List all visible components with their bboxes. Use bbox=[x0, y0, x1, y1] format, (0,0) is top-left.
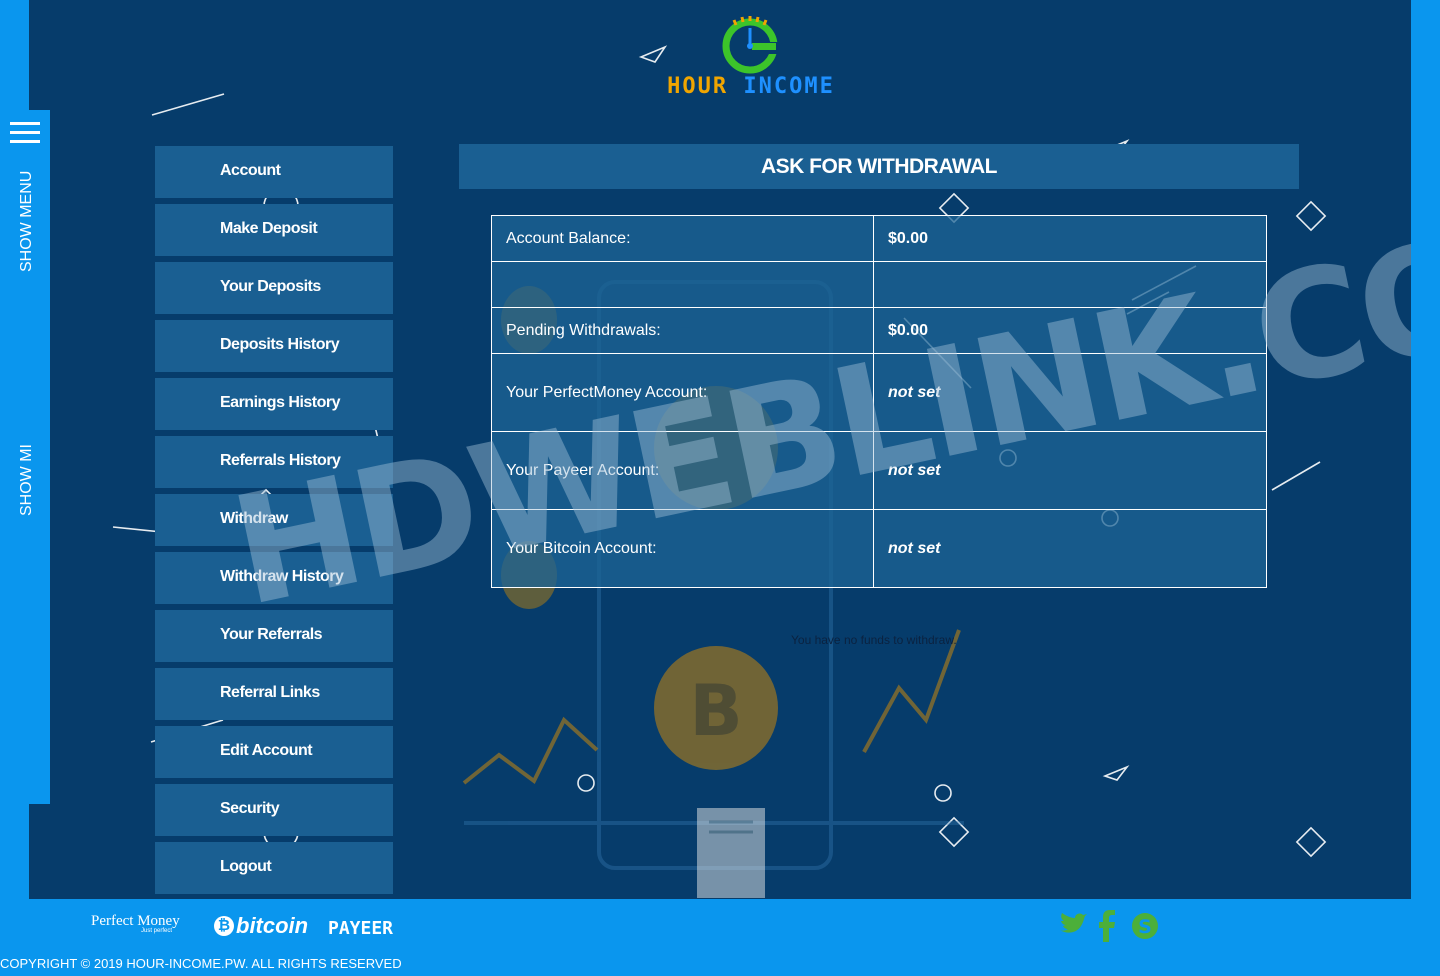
menu-item-edit-account[interactable]: Edit Account bbox=[155, 726, 393, 778]
twitter-icon[interactable] bbox=[1058, 912, 1088, 943]
table-row bbox=[491, 261, 1267, 308]
withdrawal-table: Account Balance: $0.00 Pending Withdrawa… bbox=[491, 215, 1267, 588]
payeer-label: Your Payeer Account: bbox=[491, 431, 874, 510]
perfect-money-text: Perfect Money bbox=[91, 913, 180, 929]
menu-item-your-deposits[interactable]: Your Deposits bbox=[155, 262, 393, 314]
bitcoin-value: not set bbox=[873, 509, 1267, 588]
hamburger-icon[interactable] bbox=[10, 122, 40, 149]
facebook-icon[interactable] bbox=[1098, 910, 1116, 947]
page-title: ASK FOR WITHDRAWAL bbox=[459, 144, 1299, 189]
menu-item-account[interactable]: Account bbox=[155, 146, 393, 198]
clock-g-icon bbox=[722, 16, 780, 74]
show-menu-tab[interactable]: SHOW MENU SHOW MI bbox=[0, 110, 50, 804]
menu-item-your-referrals[interactable]: Your Referrals bbox=[155, 610, 393, 662]
perfect-money-logo: Perfect Money Just perfect bbox=[91, 913, 180, 935]
table-row: Pending Withdrawals: $0.00 bbox=[491, 307, 1267, 354]
table-row: Your PerfectMoney Account: not set bbox=[491, 353, 1267, 432]
pending-value: $0.00 bbox=[873, 307, 1267, 354]
bitcoin-label: Your Bitcoin Account: bbox=[491, 509, 874, 588]
payeer-value: not set bbox=[873, 431, 1267, 510]
skype-icon[interactable]: S bbox=[1130, 911, 1160, 946]
bitcoin-icon: ₿ bbox=[214, 916, 234, 936]
menu-item-security[interactable]: Security bbox=[155, 784, 393, 836]
logo-text-income: INCOME bbox=[743, 74, 835, 99]
menu-item-withdraw-history[interactable]: Withdraw History bbox=[155, 552, 393, 604]
copyright: COPYRIGHT © 2019 HOUR-INCOME.PW. ALL RIG… bbox=[0, 956, 402, 971]
perfectmoney-label: Your PerfectMoney Account: bbox=[491, 353, 874, 432]
svg-text:S: S bbox=[1138, 916, 1152, 938]
table-row: Account Balance: $0.00 bbox=[491, 215, 1267, 262]
empty-value bbox=[873, 261, 1267, 308]
empty-label bbox=[491, 261, 874, 308]
table-row: Your Bitcoin Account: not set bbox=[491, 509, 1267, 588]
no-funds-message: You have no funds to withdraw. bbox=[791, 633, 957, 647]
perfectmoney-value: not set bbox=[873, 353, 1267, 432]
account-menu: Account Make Deposit Your Deposits Depos… bbox=[155, 146, 393, 899]
menu-item-withdraw[interactable]: Withdraw bbox=[155, 494, 393, 546]
payeer-logo: PAYEER bbox=[328, 918, 394, 939]
menu-item-make-deposit[interactable]: Make Deposit bbox=[155, 204, 393, 256]
balance-value: $0.00 bbox=[873, 215, 1267, 262]
show-menu-label-secondary[interactable]: SHOW MI bbox=[18, 444, 36, 516]
show-menu-label[interactable]: SHOW MENU bbox=[18, 171, 36, 272]
svg-text:B: B bbox=[689, 670, 742, 752]
logo-text-hour: HOUR bbox=[667, 74, 729, 99]
menu-item-logout[interactable]: Logout bbox=[155, 842, 393, 894]
table-row: Your Payeer Account: not set bbox=[491, 431, 1267, 510]
bitcoin-logo: ₿ bitcoin bbox=[214, 913, 308, 939]
menu-item-deposits-history[interactable]: Deposits History bbox=[155, 320, 393, 372]
menu-item-referrals-history[interactable]: Referrals History bbox=[155, 436, 393, 488]
menu-item-referral-links[interactable]: Referral Links bbox=[155, 668, 393, 720]
menu-item-earnings-history[interactable]: Earnings History bbox=[155, 378, 393, 430]
bitcoin-text: bitcoin bbox=[236, 913, 309, 938]
pending-label: Pending Withdrawals: bbox=[491, 307, 874, 354]
site-logo[interactable]: HOUR INCOME bbox=[646, 10, 856, 110]
balance-label: Account Balance: bbox=[491, 215, 874, 262]
main-panel: B HOUR INCOME Account Make Deposit Your … bbox=[29, 0, 1411, 899]
